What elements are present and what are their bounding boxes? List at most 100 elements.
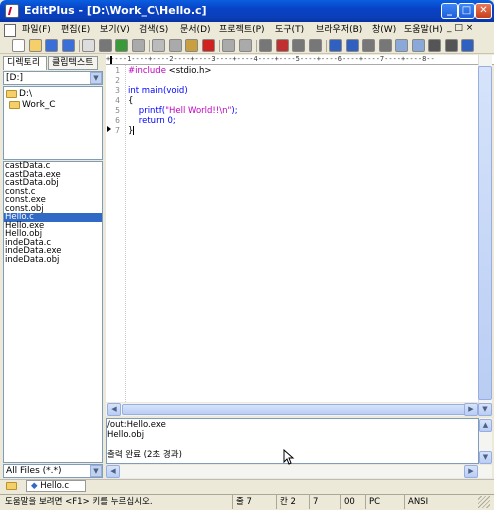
code-line[interactable]: int main(void)	[128, 86, 188, 96]
tree-item-work-c[interactable]: Work_C	[22, 100, 56, 110]
line-number: 4	[115, 96, 120, 105]
scroll-left-arrow-icon[interactable]: ◀	[107, 403, 121, 416]
toolbar-separator	[256, 40, 257, 52]
file-list-item[interactable]: indeData.obj	[4, 255, 102, 265]
editplus-app-icon[interactable]	[5, 4, 19, 18]
menu-tools[interactable]: 도구(T)	[275, 23, 304, 37]
document-tab-hello-c[interactable]: ◆ Hello.c	[26, 480, 86, 492]
line-number: 1	[115, 66, 120, 75]
cascade-icon[interactable]	[411, 39, 425, 52]
close-button[interactable]: ✕	[475, 3, 492, 19]
code-token: printf(	[128, 106, 166, 116]
line-number: 3	[115, 86, 120, 95]
toolbar-separator	[326, 40, 327, 52]
delete-icon[interactable]	[201, 39, 215, 52]
code-token: );	[231, 106, 238, 116]
status-line-count: 7	[309, 495, 339, 509]
menu-document[interactable]: 문서(D)	[180, 23, 211, 37]
scroll-left-arrow-icon[interactable]: ◀	[106, 465, 120, 478]
document-tab-label: Hello.c	[40, 481, 70, 491]
save-icon[interactable]	[45, 39, 58, 52]
line-number: 2	[115, 76, 120, 85]
undo-icon[interactable]	[222, 39, 235, 52]
menu-file[interactable]: 파일(F)	[22, 23, 51, 37]
find-in-files-icon[interactable]	[292, 39, 305, 52]
menu-help[interactable]: 도움말(H)	[404, 23, 443, 37]
status-format: PC	[365, 495, 403, 509]
horizontal-scroll-thumb[interactable]	[122, 404, 477, 415]
document-icon[interactable]	[4, 24, 16, 37]
file-filter-dropdown[interactable]: All Files (*.*)	[3, 464, 103, 478]
menu-project[interactable]: 프로젝트(P)	[219, 23, 265, 37]
font-icon[interactable]	[329, 39, 342, 52]
tab-cliptext[interactable]: 클립텍스트	[48, 56, 98, 70]
mouse-pointer-icon	[283, 449, 295, 465]
word-wrap-icon[interactable]	[345, 39, 359, 52]
folder-icon[interactable]	[6, 482, 17, 490]
column-icon[interactable]	[362, 39, 375, 52]
code-token: "Hell World!!\n"	[165, 106, 232, 116]
ruler-cursor-marker	[110, 56, 112, 64]
tree-item-drive[interactable]: D:\	[19, 89, 32, 99]
toolbar-separator	[79, 40, 80, 52]
menu-search[interactable]: 검색(S)	[139, 23, 168, 37]
code-token: <stdio.h>	[168, 66, 212, 76]
status-help-text: 도움말을 보려면 <F1> 키를 누르십시오.	[5, 497, 153, 507]
status-line: 줄 7	[232, 495, 274, 509]
cut-icon[interactable]	[152, 39, 165, 52]
replace-icon[interactable]	[275, 39, 289, 52]
chevron-down-icon[interactable]: ▼	[90, 72, 102, 84]
line-number: 5	[115, 106, 120, 115]
tile-icon[interactable]	[395, 39, 408, 52]
save-all-icon[interactable]	[61, 39, 75, 52]
print-icon[interactable]	[98, 39, 112, 52]
code-token: return 0;	[128, 116, 176, 126]
open-icon[interactable]	[28, 39, 42, 52]
paste-icon[interactable]	[185, 39, 198, 52]
scroll-down-arrow-icon[interactable]: ▼	[479, 451, 492, 464]
menu-view[interactable]: 보기(V)	[100, 23, 130, 37]
copy-icon[interactable]	[168, 39, 182, 52]
print-preview-icon[interactable]	[82, 39, 95, 52]
new-file-icon[interactable]	[12, 39, 25, 52]
code-token: #include	[128, 66, 169, 76]
window-title: EditPlus - [D:\Work_C\Hello.c]	[24, 4, 207, 17]
status-encoding: ANSI	[404, 495, 454, 509]
full-screen-icon[interactable]	[428, 39, 441, 52]
output-line: Hello.obj	[107, 430, 145, 440]
code-line[interactable]: #include <stdio.h>	[128, 66, 212, 76]
scroll-down-arrow-icon[interactable]: ▼	[478, 403, 492, 416]
maximize-button[interactable]: □	[458, 3, 475, 19]
redo-icon[interactable]	[238, 39, 252, 52]
output-horizontal-scrollbar[interactable]	[106, 465, 492, 478]
help-icon[interactable]	[461, 39, 474, 52]
output-line: /out:Hello.exe	[107, 420, 166, 430]
settings-icon[interactable]	[131, 39, 145, 52]
toolbar-separator	[219, 40, 220, 52]
scroll-right-arrow-icon[interactable]: ▶	[464, 403, 478, 416]
drive-dropdown[interactable]: [D:]	[3, 71, 103, 85]
scroll-up-arrow-icon[interactable]: ▲	[479, 419, 492, 432]
code-token: int main(void)	[128, 86, 188, 96]
find-icon[interactable]	[259, 39, 272, 52]
menu-edit[interactable]: 편집(E)	[61, 23, 90, 37]
status-hex: 00	[340, 495, 364, 509]
code-line[interactable]: {	[128, 96, 133, 106]
code-line[interactable]: printf("Hell World!!\n");	[128, 106, 238, 116]
minimize-button[interactable]: _	[441, 3, 458, 19]
goto-icon[interactable]	[308, 39, 322, 52]
code-line[interactable]: return 0;	[128, 116, 176, 126]
directory-tree[interactable]	[3, 86, 103, 160]
menu-window[interactable]: 창(W)	[372, 23, 396, 37]
chevron-down-icon[interactable]: ▼	[90, 465, 102, 477]
ruler-icon[interactable]	[378, 39, 392, 52]
scroll-right-arrow-icon[interactable]: ▶	[464, 465, 478, 478]
close-window-icon[interactable]	[444, 39, 458, 52]
vertical-scroll-thumb[interactable]	[478, 66, 492, 400]
tab-directory[interactable]: 디렉토리	[3, 56, 47, 70]
menu-browser[interactable]: 브라우저(B)	[316, 23, 362, 37]
spellcheck-icon[interactable]	[115, 39, 128, 52]
resize-grip-icon[interactable]	[478, 496, 490, 508]
document-dot-icon: ◆	[31, 481, 38, 491]
mdi-window-controls[interactable]: _ □ ×	[447, 23, 473, 33]
